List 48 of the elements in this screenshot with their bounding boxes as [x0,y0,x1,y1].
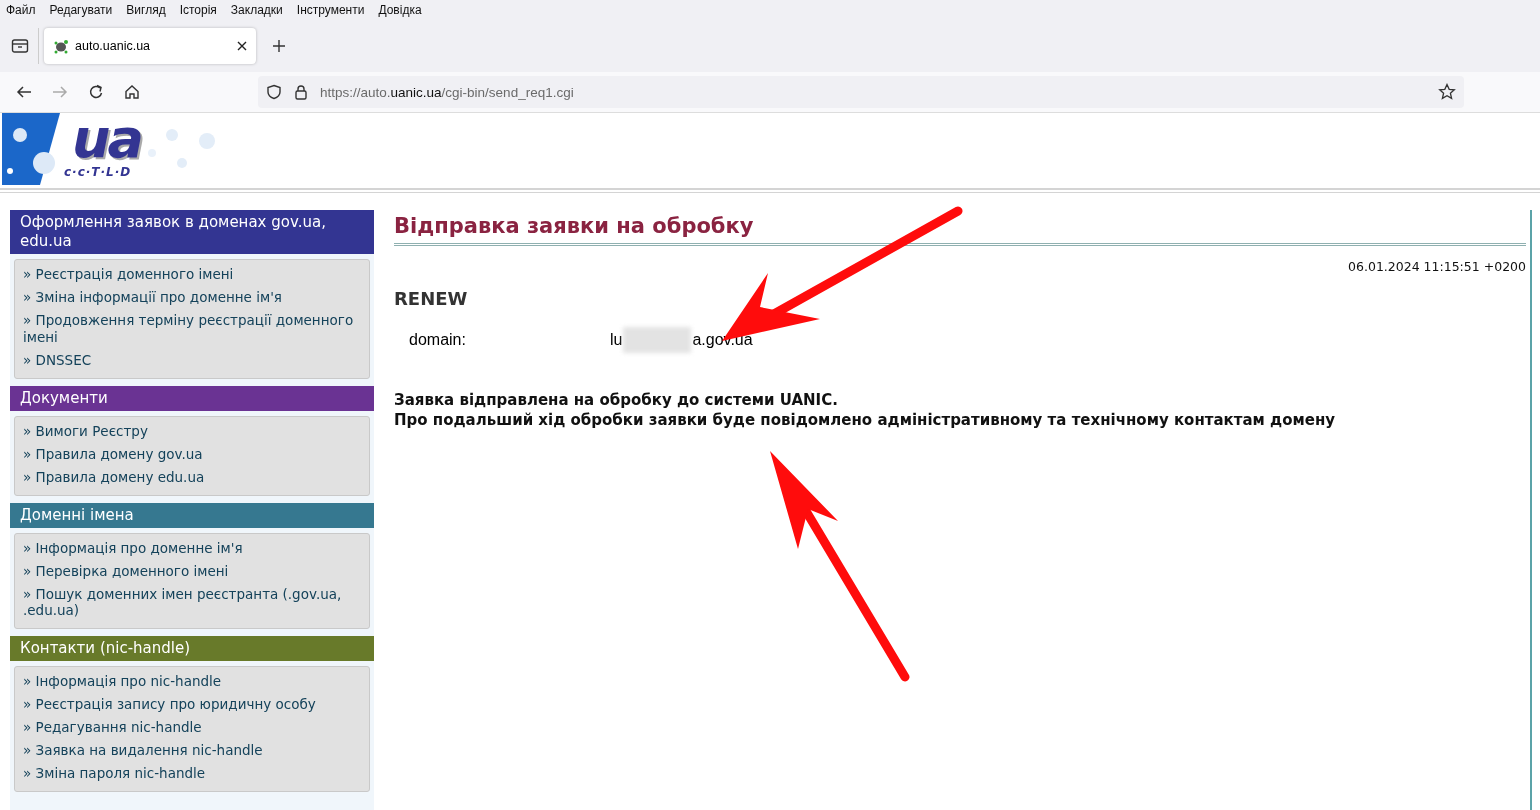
url-text: https://auto.uanic.ua/cgi-bin/send_req1.cgi [320,84,575,100]
sidebar-section-header: Оформлення заявок в доменах gov.ua, edu.ua [10,210,374,254]
page-title: Відправка заявки на обробку [394,214,1526,246]
sidebar-section-header: Доменні імена [10,502,374,528]
field-value: lu [610,331,623,349]
action-heading: RENEW [394,288,469,309]
sidebar-link[interactable]: » Редагування nic-handle [23,719,361,736]
sidebar-link[interactable]: » Продовження терміну реєстрації доменного імені [23,312,361,345]
sidebar-link[interactable]: » Реєстрація запису про юридичну особу [23,696,361,713]
sidebar-section-header: Документи [10,385,374,411]
sidebar-link[interactable]: » Інформація про nic-handle [23,673,361,690]
close-icon[interactable] [236,40,248,52]
menu-item[interactable]: Інструменти [296,3,365,17]
tab-list-icon[interactable] [11,38,29,54]
browser-tab[interactable]: auto.uanic.ua [44,28,256,64]
sidebar-link[interactable]: » Пошук доменних імен реєстранта (.gov.ua, .edu.ua) [23,585,361,619]
status-message: Про подальший хід обробки заявки буде повідомлено адміністративному та технічному контактам домену [394,410,1337,430]
sidebar-link[interactable]: » Правила домену gov.ua [23,445,361,462]
lock-icon [294,84,308,100]
timestamp: 06.01.2024 11:15:51 +0200 [1347,259,1526,274]
sidebar-link[interactable]: » Зміна пароля nic-handle [23,765,361,782]
status-message: Заявка відправлена на обробку до системи UANIC. [394,390,839,410]
menu-item[interactable]: Редагувати [49,3,113,17]
sidebar-link[interactable]: » Перевірка доменного імені [23,562,361,579]
sidebar-link[interactable]: » Реєстрація доменного імені [23,266,361,283]
sidebar-link[interactable]: » Вимоги Реєстру [23,422,361,439]
bookmark-star-icon[interactable] [1438,83,1456,101]
menu-item[interactable]: Закладки [230,3,283,17]
menu-item[interactable]: Вигляд [126,3,166,17]
address-bar[interactable]: https://auto.uanic.ua/cgi-bin/send_req1.cgi [258,76,1464,108]
reload-icon[interactable] [88,84,104,100]
tab-title: auto.uanic.ua [75,39,152,53]
home-icon[interactable] [124,84,140,100]
sidebar-link[interactable]: » Зміна інформації про доменне ім'я [23,289,361,306]
menu-item[interactable]: Історія [179,3,217,17]
menu-item[interactable]: Довідка [378,3,422,17]
sidebar-link[interactable]: » Правила домену edu.ua [23,468,361,485]
field-value: a.gov.ua [692,331,753,349]
field-label: domain: [409,331,467,349]
sidebar-link[interactable]: » Інформація про доменне ім'я [23,539,361,556]
new-tab-icon[interactable] [272,39,286,53]
menu-item[interactable]: Файл [6,3,36,17]
sidebar-link[interactable]: » DNSSEC [23,351,361,368]
sidebar-section-header: Контакти (nic-handle) [10,636,374,661]
site-logo[interactable]: ua c·c·T·L·D [2,113,242,185]
back-icon[interactable] [16,84,32,100]
shield-icon[interactable] [266,84,282,100]
sidebar-link[interactable]: » Заявка на видалення nic-handle [23,742,361,759]
